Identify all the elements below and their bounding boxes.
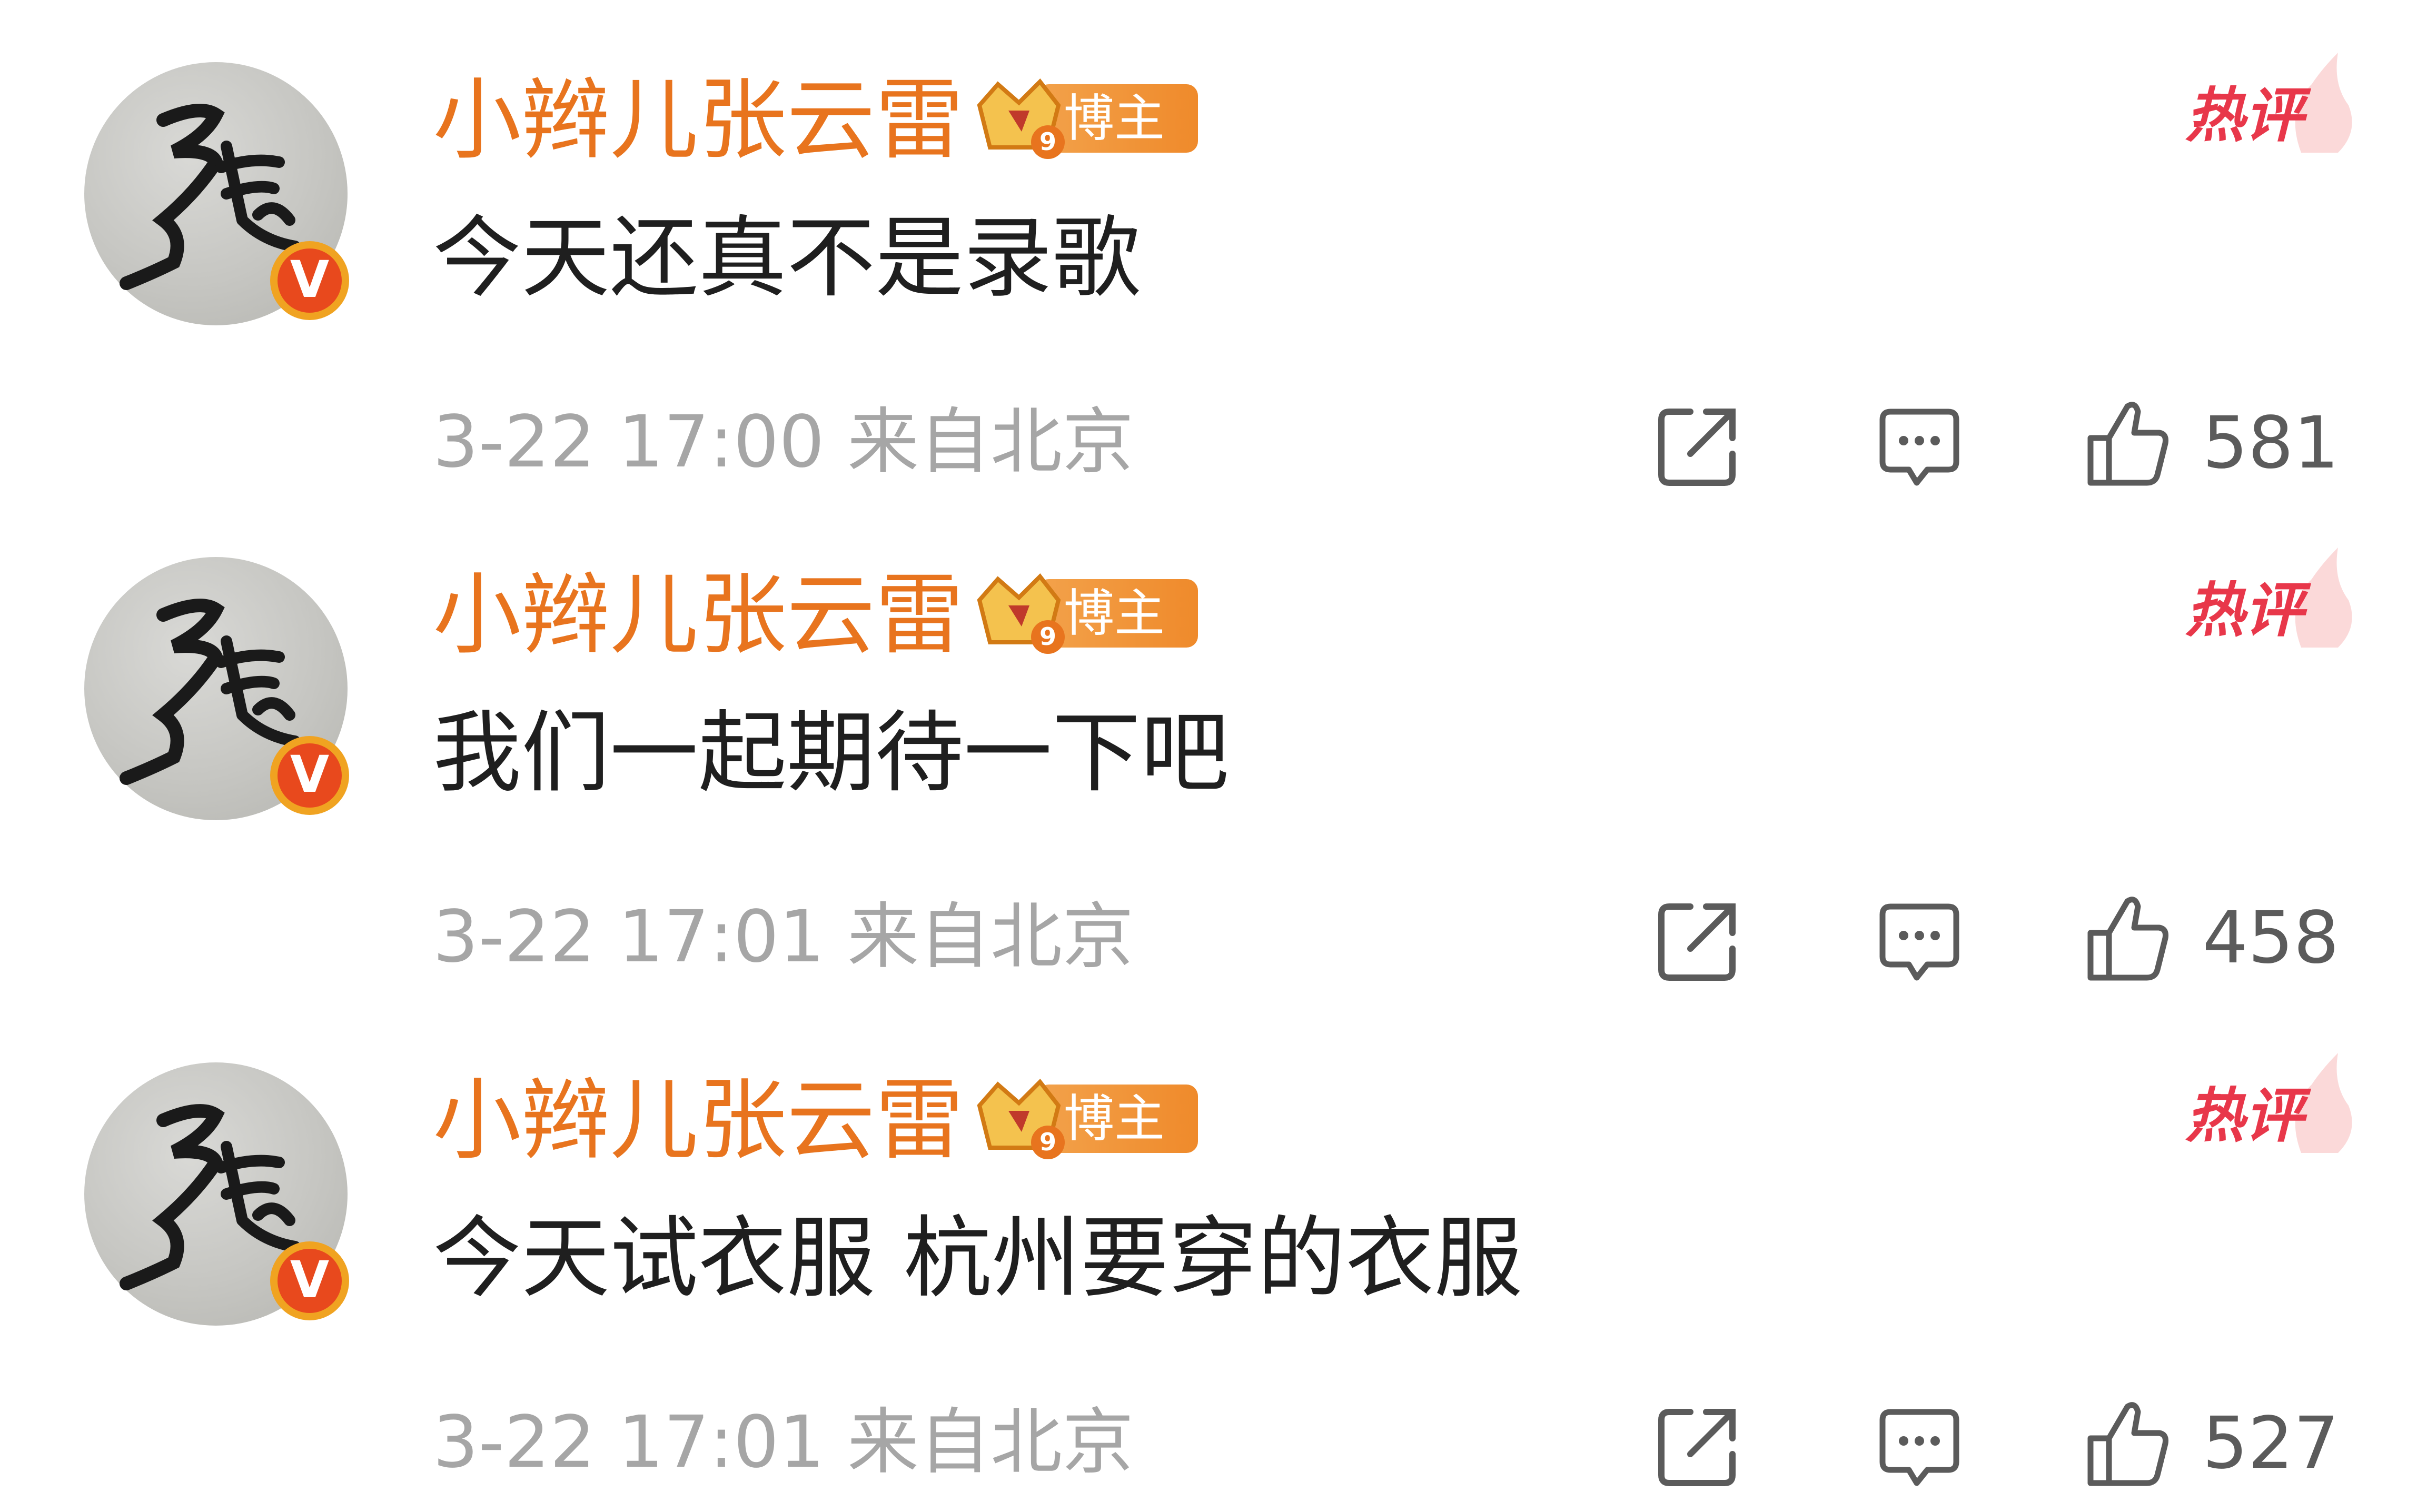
hot-comment-badge: 热评 bbox=[2180, 1048, 2359, 1163]
crown-rank-icon: 9 bbox=[977, 78, 1065, 159]
hot-label: 热评 bbox=[2185, 576, 2303, 645]
crown-rank-icon: 9 bbox=[977, 573, 1065, 654]
share-button[interactable] bbox=[1653, 1391, 1743, 1496]
rank-level: 9 bbox=[1039, 1128, 1056, 1156]
comment-item: V 小辫儿张云雷 9 博主 热评 今天试衣服 杭州要穿的衣服 3-22 17:0… bbox=[0, 1000, 2417, 1504]
verified-v-icon: V bbox=[270, 736, 349, 815]
hot-comment-badge: 热评 bbox=[2180, 542, 2359, 658]
username[interactable]: 小辫儿张云雷 bbox=[433, 1062, 964, 1178]
like-button[interactable] bbox=[2083, 886, 2172, 991]
thumbs-up-icon bbox=[2087, 1402, 2168, 1486]
like-button[interactable] bbox=[2083, 1391, 2172, 1496]
avatar[interactable]: V bbox=[84, 557, 349, 820]
like-count: 581 bbox=[2202, 402, 2339, 485]
comment-icon bbox=[1879, 1409, 1959, 1486]
comment-meta: 3-22 17:01 来自北京 bbox=[433, 1401, 1134, 1484]
verified-label: V bbox=[278, 1249, 342, 1313]
verified-label: V bbox=[278, 743, 342, 808]
comment-item: V 小辫儿张云雷 9 博主 热评 今天还真不是录歌 3-22 17:00 来自北… bbox=[0, 0, 2417, 504]
hot-label: 热评 bbox=[2185, 1082, 2303, 1150]
hot-label: 热评 bbox=[2185, 82, 2303, 150]
rank-badge[interactable]: 9 博主 bbox=[969, 1074, 1201, 1163]
comment-text: 我们一起期待一下吧 bbox=[433, 701, 1229, 804]
rank-label: 博主 bbox=[1064, 1089, 1165, 1148]
comment-icon bbox=[1879, 903, 1959, 981]
crown-rank-icon: 9 bbox=[977, 1078, 1065, 1159]
comment-button[interactable] bbox=[1875, 391, 1964, 496]
username[interactable]: 小辫儿张云雷 bbox=[433, 557, 964, 673]
like-count: 458 bbox=[2202, 897, 2339, 980]
rank-badge[interactable]: 9 博主 bbox=[969, 569, 1201, 658]
username[interactable]: 小辫儿张云雷 bbox=[433, 62, 964, 178]
avatar[interactable]: V bbox=[84, 62, 349, 325]
comment-meta: 3-22 17:00 来自北京 bbox=[433, 401, 1134, 484]
verified-v-icon: V bbox=[270, 1241, 349, 1320]
rank-label: 博主 bbox=[1064, 89, 1165, 148]
rank-level: 9 bbox=[1039, 622, 1056, 651]
rank-badge[interactable]: 9 博主 bbox=[969, 74, 1201, 163]
share-icon bbox=[1658, 409, 1736, 486]
like-button[interactable] bbox=[2083, 391, 2172, 496]
rank-label: 博主 bbox=[1064, 584, 1165, 643]
comment-text: 今天还真不是录歌 bbox=[433, 206, 1141, 310]
like-count: 527 bbox=[2202, 1402, 2339, 1485]
share-button[interactable] bbox=[1653, 391, 1743, 496]
comment-button[interactable] bbox=[1875, 886, 1964, 991]
share-icon bbox=[1658, 1409, 1736, 1486]
comment-item: V 小辫儿张云雷 9 博主 热评 我们一起期待一下吧 3-22 17:01 来自… bbox=[0, 495, 2417, 999]
verified-label: V bbox=[278, 248, 342, 313]
share-button[interactable] bbox=[1653, 886, 1743, 991]
thumbs-up-icon bbox=[2087, 402, 2168, 486]
verified-v-icon: V bbox=[270, 241, 349, 320]
hot-comment-badge: 热评 bbox=[2180, 47, 2359, 163]
comment-meta: 3-22 17:01 来自北京 bbox=[433, 896, 1134, 979]
comment-icon bbox=[1879, 409, 1959, 486]
rank-level: 9 bbox=[1039, 127, 1056, 156]
share-icon bbox=[1658, 903, 1736, 981]
comment-button[interactable] bbox=[1875, 1391, 1964, 1496]
thumbs-up-icon bbox=[2087, 897, 2168, 981]
comment-text: 今天试衣服 杭州要穿的衣服 bbox=[433, 1207, 1523, 1310]
avatar[interactable]: V bbox=[84, 1062, 349, 1326]
